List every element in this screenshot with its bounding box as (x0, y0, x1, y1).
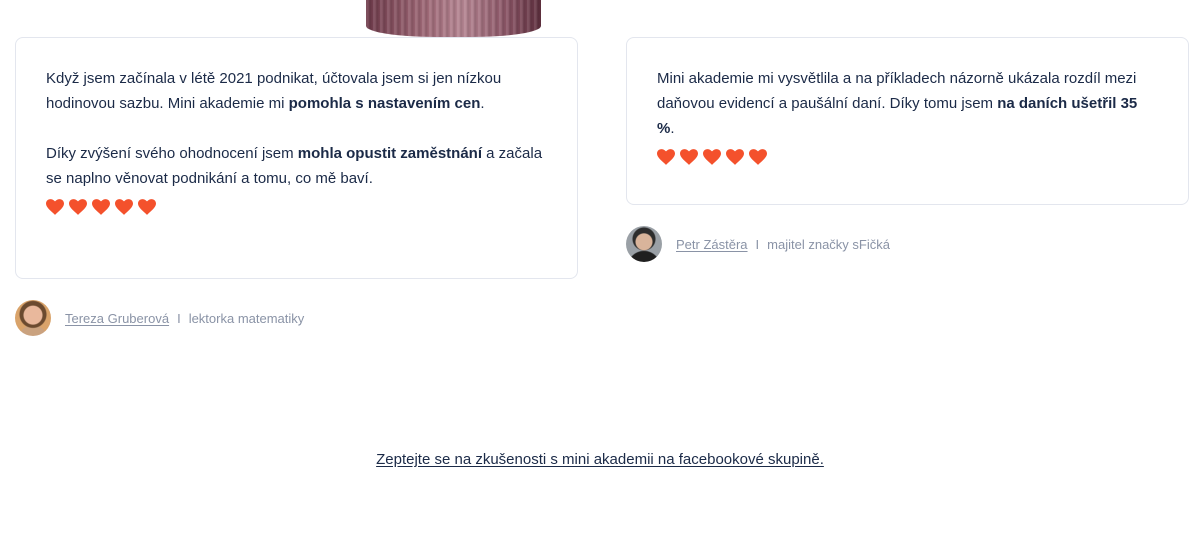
testimonial-author: Tereza Gruberová I lektorka matematiky (15, 300, 304, 336)
heart-icon (703, 149, 721, 165)
heart-icon (69, 199, 87, 215)
heart-icon (138, 199, 156, 215)
testimonial-text: Díky zvýšení svého ohodnocení jsem (46, 145, 298, 162)
testimonial-author: Petr Zástěra I majitel značky sFičká (626, 226, 890, 262)
testimonial-highlight: mohla opustit zaměstnání (297, 145, 482, 162)
testimonial-text: . (670, 120, 675, 137)
avatar (15, 300, 51, 336)
author-role: lektorka matematiky (188, 310, 305, 326)
testimonial-paragraph: Když jsem začínala v létě 2021 podnikat,… (46, 66, 547, 116)
author-role: majitel značky sFičká (767, 236, 890, 252)
rating-hearts (46, 199, 547, 215)
heart-icon (749, 149, 767, 165)
testimonial-paragraph: Mini akademie mi vysvětlila a na příklad… (657, 66, 1158, 141)
author-name-link[interactable]: Petr Zástěra (676, 237, 748, 252)
author-name-link[interactable]: Tereza Gruberová (65, 311, 169, 326)
author-separator: I (755, 236, 760, 252)
testimonial-paragraph: Díky zvýšení svého ohodnocení jsem mohla… (46, 141, 547, 191)
heart-icon (657, 149, 675, 165)
testimonial-card: Když jsem začínala v létě 2021 podnikat,… (15, 37, 578, 279)
rating-hearts (657, 149, 1158, 165)
heart-icon (680, 149, 698, 165)
testimonial-text: . (480, 95, 485, 112)
heart-icon (726, 149, 744, 165)
testimonial-highlight: pomohla s nastavením cen (288, 95, 481, 112)
facebook-group-link[interactable]: Zeptejte se na zkušenosti s mini akademi… (0, 451, 1200, 468)
testimonials-section: Když jsem začínala v létě 2021 podnikat,… (0, 0, 1200, 559)
heart-icon (46, 199, 64, 215)
author-separator: I (177, 310, 181, 326)
heart-icon (115, 199, 133, 215)
product-photo (366, 0, 541, 37)
testimonial-card: Mini akademie mi vysvětlila a na příklad… (626, 37, 1189, 205)
heart-icon (92, 199, 110, 215)
avatar (626, 226, 662, 262)
